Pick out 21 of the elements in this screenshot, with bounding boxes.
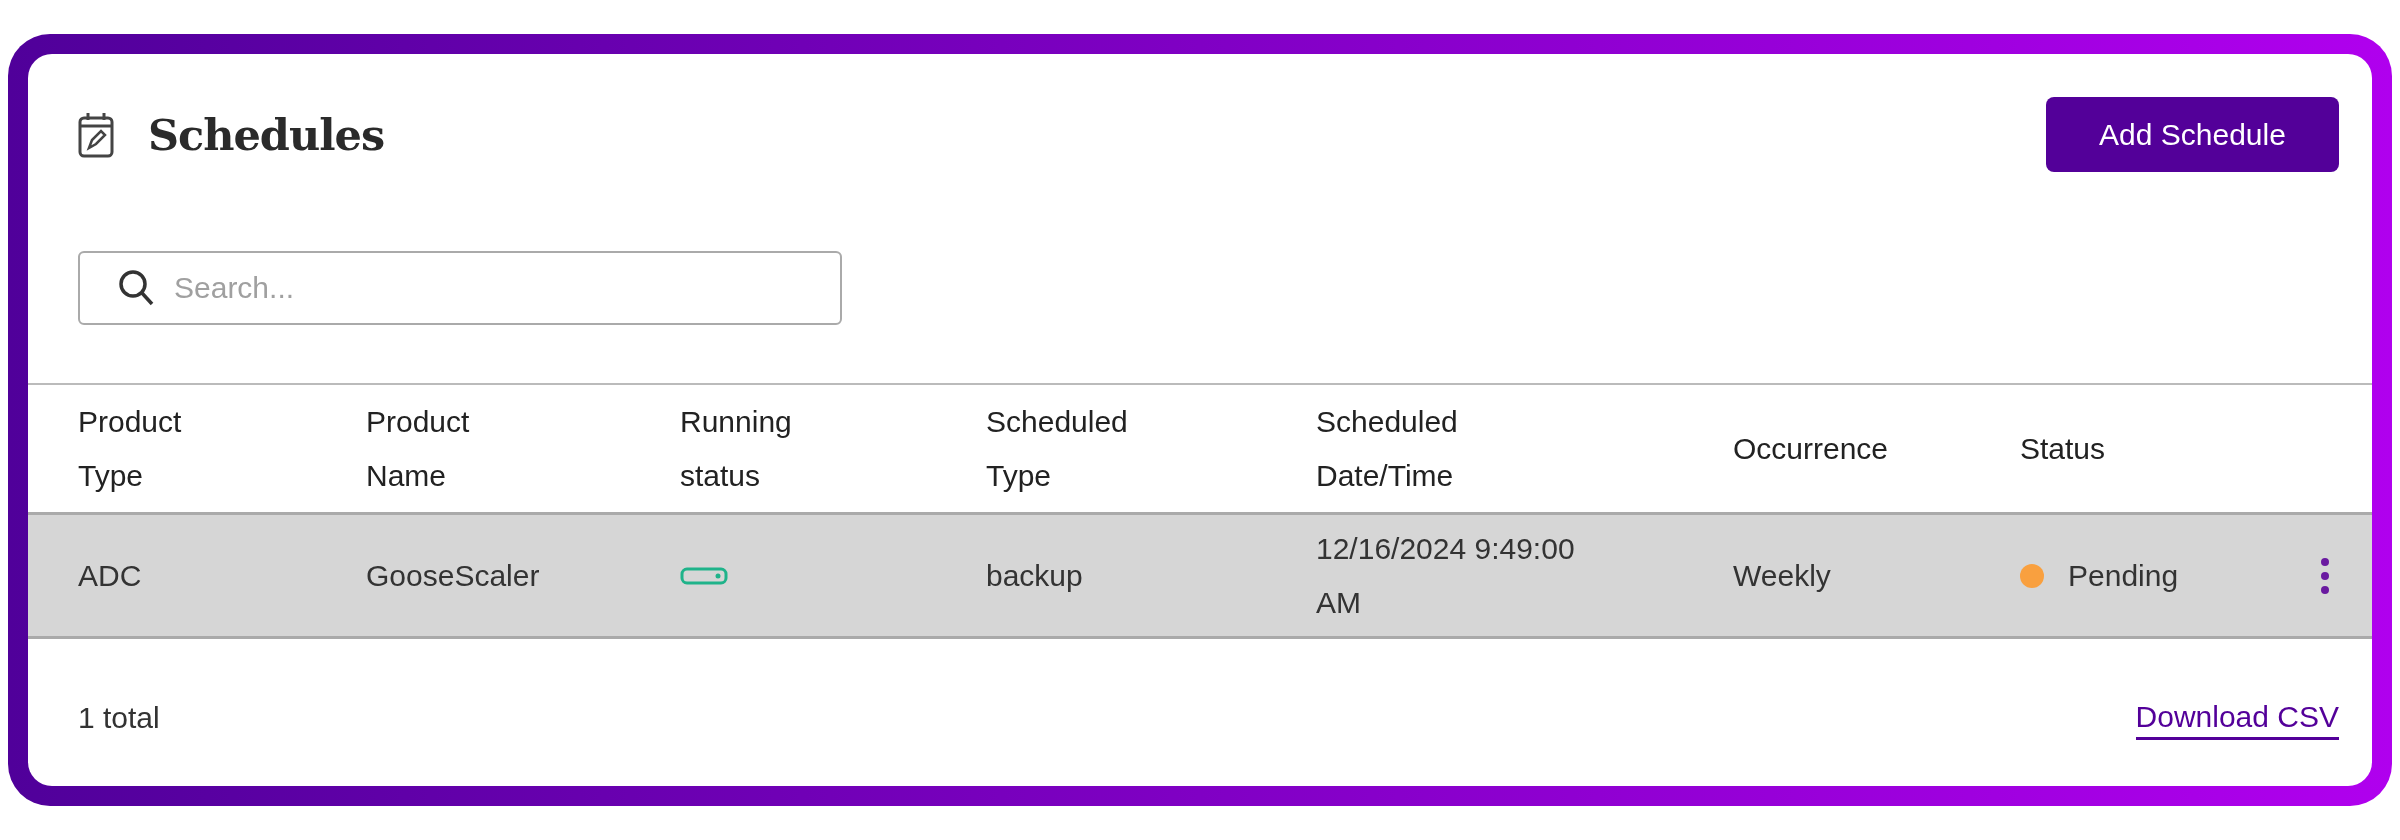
column-header[interactable]: Status bbox=[2020, 421, 2106, 476]
table-row[interactable]: ADC GooseScaler backup 12/16/2024 9:49:00 AM Weekly Pending bbox=[28, 515, 2372, 639]
download-csv-link[interactable]: Download CSV bbox=[2135, 696, 2339, 740]
status-text: Pending bbox=[2068, 557, 2179, 594]
table-cell-text: GooseScaler bbox=[366, 557, 541, 594]
table-cell-text: backup bbox=[986, 557, 1084, 594]
add-schedule-button[interactable]: Add Schedule bbox=[2046, 97, 2339, 172]
column-header[interactable]: Product Name bbox=[366, 394, 470, 503]
table-cell-text: Weekly bbox=[1733, 557, 1832, 594]
search-icon bbox=[118, 269, 154, 307]
column-header[interactable]: Scheduled Date/Time bbox=[1316, 394, 1458, 503]
page-title: Schedules bbox=[148, 109, 385, 160]
column-header[interactable]: Running status bbox=[680, 394, 792, 503]
calendar-edit-icon bbox=[78, 111, 114, 158]
column-header[interactable]: Scheduled Type bbox=[986, 394, 1128, 503]
table-cell-text: ADC bbox=[78, 557, 143, 594]
total-count: 1 total bbox=[78, 701, 160, 735]
column-header[interactable]: Occurrence bbox=[1733, 421, 1889, 476]
column-header[interactable]: Product Type bbox=[78, 394, 182, 503]
search-field[interactable]: Search... bbox=[78, 251, 842, 325]
table-cell-text: 12/16/2024 9:49:00 AM bbox=[1316, 530, 1576, 621]
